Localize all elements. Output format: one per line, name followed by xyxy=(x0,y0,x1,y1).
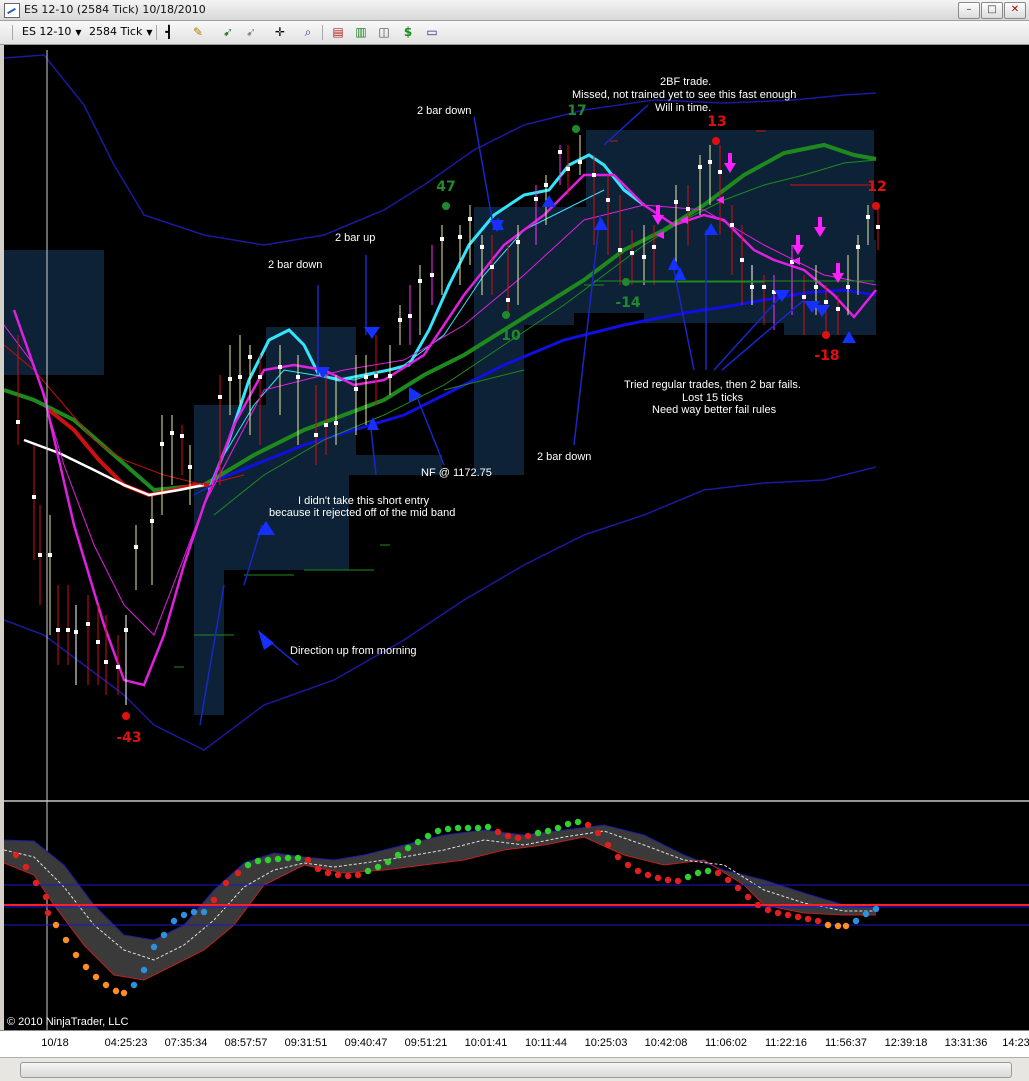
time-tick-label: 14:23 xyxy=(1002,1037,1029,1049)
chart-app-icon xyxy=(4,3,20,18)
trade-label: -18 xyxy=(814,348,840,364)
toolbar-grip xyxy=(12,25,13,40)
instrument-selector[interactable]: ES 12-10 ▼ xyxy=(22,24,82,40)
interval-selector[interactable]: 2584 Tick ▼ xyxy=(89,24,153,40)
crosshair-icon[interactable]: ✛ xyxy=(272,24,288,40)
chevron-down-icon: ▼ xyxy=(146,28,153,37)
copyright-text: © 2010 NinjaTrader, LLC xyxy=(7,1016,129,1028)
time-tick-label: 11:56:37 xyxy=(824,1037,868,1049)
annotation-lost-ticks: Lost 15 ticks xyxy=(682,392,744,404)
instrument-label: ES 12-10 xyxy=(22,25,72,38)
price-channel-fill xyxy=(4,130,876,715)
toolbar-separator xyxy=(156,25,157,40)
annotation-2-bar-up: 2 bar up xyxy=(335,232,376,244)
pointer-icon[interactable]: ➹ xyxy=(243,24,259,40)
time-tick-label: 11:22:16 xyxy=(764,1037,808,1049)
scrollbar-thumb[interactable] xyxy=(20,1062,1012,1078)
time-axis[interactable]: 10/18 04:25:23 07:35:34 08:57:57 09:31:5… xyxy=(0,1030,1029,1057)
annotation-2-bar-down-left: 2 bar down xyxy=(268,259,323,271)
window-titlebar: ES 12-10 (2584 Tick) 10/18/2010 – □ ✕ xyxy=(0,0,1029,21)
annotation-will-in-time: Will in time. xyxy=(655,102,712,114)
properties-icon[interactable]: ▭ xyxy=(424,24,440,40)
trade-label: -43 xyxy=(116,730,142,746)
annotation-missed: Missed, not trained yet to see this fast… xyxy=(572,89,797,101)
time-tick-label: 10:01:41 xyxy=(464,1037,508,1049)
oscillator-band-fill xyxy=(4,825,876,980)
pointer-icon[interactable]: ➹ xyxy=(220,24,236,40)
trade-label: -14 xyxy=(615,295,641,311)
annotation-didnt-take: I didn't take this short entry xyxy=(298,495,430,507)
time-tick-label: 12:39:18 xyxy=(884,1037,928,1049)
indicators-icon[interactable]: ▤ xyxy=(330,24,346,40)
toolbar-separator xyxy=(322,25,323,40)
chart-trader-icon[interactable]: ◫ xyxy=(376,24,392,40)
interval-label: 2584 Tick xyxy=(89,25,143,38)
time-tick-label: 10:42:08 xyxy=(644,1037,688,1049)
strategies-icon[interactable]: ▥ xyxy=(353,24,369,40)
time-tick-label: 09:51:21 xyxy=(404,1037,448,1049)
annotation-nf-price: NF @ 1172.75 xyxy=(421,467,492,479)
window-title: ES 12-10 (2584 Tick) 10/18/2010 xyxy=(24,3,206,16)
annotation-2-bar-down-top: 2 bar down xyxy=(417,105,472,117)
annotation-need-fail-rules: Need way better fail rules xyxy=(652,404,777,416)
time-tick-label: 10:25:03 xyxy=(584,1037,628,1049)
zoom-icon[interactable]: ⌕ xyxy=(300,24,316,40)
chart-toolbar: ES 12-10 ▼ 2584 Tick ▼ ┫ ✎ ➹ ➹ ✛ ⌕ ▤ ▥ ◫ $… xyxy=(0,21,1029,45)
pencil-draw-icon[interactable]: ✎ xyxy=(190,24,206,40)
annotation-rejected-mid-band: because it rejected off of the mid band xyxy=(269,507,456,519)
chevron-down-icon: ▼ xyxy=(75,28,82,37)
time-tick-label: 10:11:44 xyxy=(524,1037,568,1049)
time-tick-label: 11:06:02 xyxy=(704,1037,748,1049)
dollar-icon[interactable]: $ xyxy=(400,24,416,40)
time-tick-label: 10/18 xyxy=(41,1037,69,1049)
bars-style-icon[interactable]: ┫ xyxy=(161,24,177,40)
maximize-button[interactable]: □ xyxy=(981,2,1003,19)
price-chart[interactable]: 2BF trade. Missed, not trained yet to se… xyxy=(4,45,1029,1030)
trade-label: 10 xyxy=(501,328,521,344)
horizontal-scrollbar[interactable] xyxy=(0,1057,1029,1081)
trade-label: 17 xyxy=(567,103,587,119)
annotation-tried-regular: Tried regular trades, then 2 bar fails. xyxy=(624,379,801,391)
trade-label: 47 xyxy=(436,179,456,195)
red-ma-line xyxy=(47,408,214,498)
time-tick-label: 08:57:57 xyxy=(224,1037,268,1049)
trade-label: 12 xyxy=(867,179,887,195)
time-tick-label: 07:35:34 xyxy=(164,1037,208,1049)
time-tick-label: 09:31:51 xyxy=(284,1037,328,1049)
trade-label: 13 xyxy=(707,114,727,130)
time-tick-label: 13:31:36 xyxy=(944,1037,988,1049)
time-tick-label: 09:40:47 xyxy=(344,1037,388,1049)
annotation-direction-up: Direction up from morning xyxy=(290,645,417,657)
time-tick-label: 04:25:23 xyxy=(104,1037,148,1049)
minimize-button[interactable]: – xyxy=(958,2,980,19)
close-button[interactable]: ✕ xyxy=(1004,2,1026,19)
annotation-2bf-trade: 2BF trade. xyxy=(660,76,712,88)
annotation-2-bar-down-bottom: 2 bar down xyxy=(537,451,592,463)
